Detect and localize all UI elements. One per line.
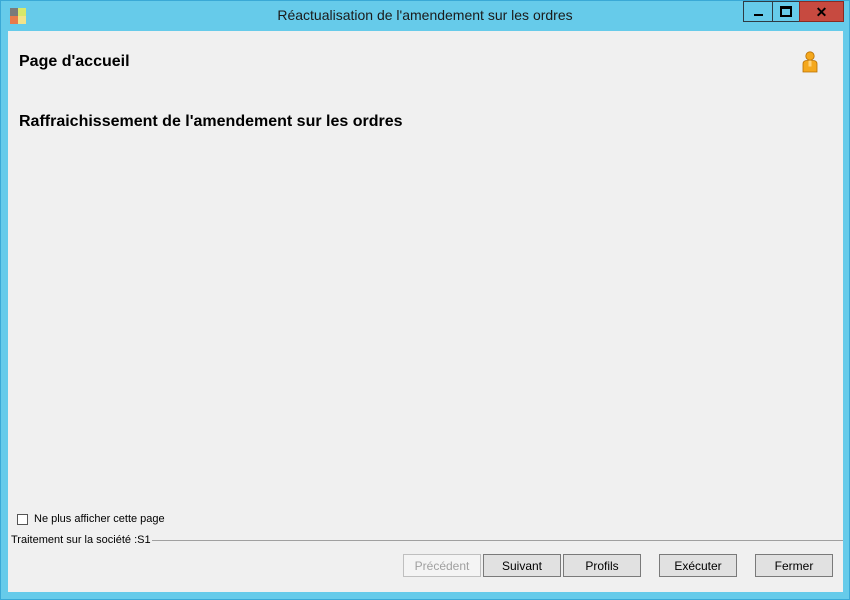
dont-show-again-row[interactable]: Ne plus afficher cette page: [17, 513, 165, 525]
dont-show-again-checkbox[interactable]: [17, 513, 28, 525]
user-icon: [802, 51, 818, 73]
status-bar: Traitement sur la société :S1: [8, 533, 843, 547]
wizard-content: Page d'accueil Raffraichissement de l'am…: [8, 31, 843, 592]
previous-button[interactable]: Précédent: [403, 554, 481, 577]
minimize-icon: [753, 13, 763, 16]
dont-show-again-label[interactable]: Ne plus afficher cette page: [34, 513, 165, 525]
minimize-button[interactable]: [743, 1, 773, 22]
company-status-text: Traitement sur la société :S1: [11, 534, 151, 546]
app-window: Réactualisation de l'amendement sur les …: [0, 0, 850, 600]
next-button[interactable]: Suivant: [483, 554, 561, 577]
execute-button[interactable]: Exécuter: [659, 554, 737, 577]
maximize-icon: [780, 6, 792, 17]
status-divider: [151, 540, 843, 541]
close-icon: ✕: [815, 3, 828, 20]
close-window-button[interactable]: ✕: [799, 1, 844, 22]
title-bar[interactable]: Réactualisation de l'amendement sur les …: [1, 1, 849, 31]
profiles-button[interactable]: Profils: [563, 554, 641, 577]
close-button[interactable]: Fermer: [755, 554, 833, 577]
page-title: Page d'accueil: [19, 53, 130, 70]
maximize-button[interactable]: [772, 1, 800, 22]
window-title: Réactualisation de l'amendement sur les …: [277, 7, 573, 23]
section-title: Raffraichissement de l'amendement sur le…: [19, 113, 403, 130]
